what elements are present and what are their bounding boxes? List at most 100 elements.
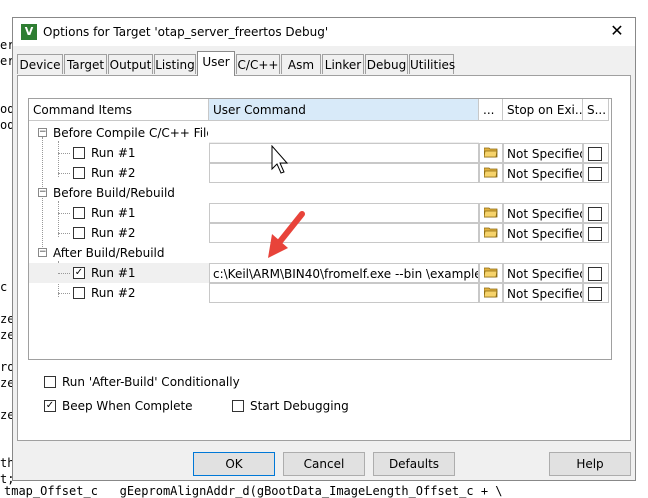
group-label: Before Compile C/C++ File [53,126,208,140]
run-label: Run #1 [91,206,136,220]
s-checkbox[interactable] [588,227,602,241]
s-checkbox[interactable] [588,287,602,301]
run-checkbox-checked[interactable]: ✓ [73,267,85,279]
user-commands-grid: Command Items User Command ... Stop on E… [28,98,612,360]
run-label: Run #1 [91,266,136,280]
run-row: Run #1 Not Specified [29,143,611,163]
browse-button[interactable] [479,203,503,223]
s-column-cell [583,263,609,283]
s-column-cell [583,143,609,163]
run-checkbox[interactable] [73,227,85,239]
tab-output[interactable]: Output [108,54,153,74]
user-command-input[interactable] [209,283,479,303]
ok-button[interactable]: OK [193,452,275,476]
options-dialog: V Options for Target 'otap_server_freert… [12,17,636,481]
user-tab-panel: Command Items User Command ... Stop on E… [17,75,631,441]
tree-line [58,273,70,274]
window-title: Options for Target 'otap_server_freertos… [43,25,329,39]
header-s[interactable]: S... [583,99,609,121]
user-command-input[interactable] [209,143,479,163]
group-label: After Build/Rebuild [53,246,165,260]
header-user-command[interactable]: User Command [209,99,479,121]
browse-button[interactable] [479,163,503,183]
tree-line [58,153,70,154]
group-row-after-build: − After Build/Rebuild [29,243,611,263]
beep-checkbox-checked[interactable]: ✓ [44,400,56,412]
tab-linker[interactable]: Linker [322,54,364,74]
stop-on-exit-value[interactable]: Not Specified [503,163,583,183]
tab-asm[interactable]: Asm [281,54,321,74]
folder-open-icon [484,207,498,218]
tab-utilities[interactable]: Utilities [409,54,455,74]
keil-app-icon: V [21,24,37,40]
user-command-input[interactable] [209,223,479,243]
mouse-cursor-icon [271,145,289,174]
run-row: Run #2 Not Specified [29,223,611,243]
defaults-button[interactable]: Defaults [373,452,455,476]
start-debugging-checkbox[interactable] [232,400,244,412]
user-command-input[interactable] [209,163,479,183]
tree-line [58,233,70,234]
run-checkbox[interactable] [73,207,85,219]
beep-label: Beep When Complete [62,399,193,413]
stop-on-exit-value[interactable]: Not Specified [503,223,583,243]
run-row-values: c:\Keil\ARM\BIN40\fromelf.exe --bin \exa… [209,263,611,283]
tab-target[interactable]: Target [64,54,107,74]
user-command-input[interactable]: c:\Keil\ARM\BIN40\fromelf.exe --bin \exa… [209,263,479,283]
stop-on-exit-value[interactable]: Not Specified [503,203,583,223]
s-column-cell [583,283,609,303]
browse-button[interactable] [479,143,503,163]
s-checkbox[interactable] [588,167,602,181]
run-label: Run #1 [91,146,136,160]
run-checkbox[interactable] [73,147,85,159]
browse-button[interactable] [479,263,503,283]
collapse-icon[interactable]: − [38,248,47,257]
tab-user[interactable]: User [197,51,235,76]
group-spacer [209,123,479,143]
code-fragment: c [0,280,8,294]
run-label: Run #2 [91,286,136,300]
help-button[interactable]: Help [549,452,631,476]
start-debugging-label: Start Debugging [250,399,349,413]
run-label: Run #2 [91,226,136,240]
cancel-button[interactable]: Cancel [283,452,365,476]
run-checkbox[interactable] [73,167,85,179]
browse-button[interactable] [479,283,503,303]
header-stop-on-exit[interactable]: Stop on Exi... [503,99,583,121]
header-command-items[interactable]: Command Items [29,99,209,121]
run-after-build-label: Run 'After-Build' Conditionally [62,375,240,389]
run-label: Run #2 [91,166,136,180]
stop-on-exit-value[interactable]: Not Specified [503,263,583,283]
run-row: Run #1 Not Specified [29,203,611,223]
s-column-cell [583,203,609,223]
collapse-icon[interactable]: − [38,188,47,197]
run-after-build-checkbox[interactable] [44,376,56,388]
run-checkbox[interactable] [73,287,85,299]
collapse-icon[interactable]: − [38,128,47,137]
run-row-selected: ✓ Run #1 [29,263,209,283]
red-arrow-icon [268,211,305,258]
close-button[interactable]: ✕ [605,20,629,42]
user-command-input[interactable] [209,203,479,223]
header-browse[interactable]: ... [479,99,503,121]
title-bar[interactable]: V Options for Target 'otap_server_freert… [13,18,635,46]
tab-c-cpp[interactable]: C/C++ [236,54,280,74]
s-checkbox[interactable] [588,147,602,161]
run-row: Run #2 Not Specified [29,163,611,183]
s-checkbox[interactable] [588,207,602,221]
stop-on-exit-value[interactable]: Not Specified [503,143,583,163]
folder-open-icon [484,287,498,298]
tab-listing[interactable]: Listing [154,54,196,74]
tab-device[interactable]: Device [17,54,63,74]
folder-open-icon [484,267,498,278]
stop-on-exit-value[interactable]: Not Specified [503,283,583,303]
folder-open-icon [484,147,498,158]
browse-button[interactable] [479,223,503,243]
run-row: Run #2 Not Specified [29,283,611,303]
tab-debug[interactable]: Debug [365,54,408,74]
s-checkbox[interactable] [588,267,602,281]
folder-open-icon [484,167,498,178]
group-label: Before Build/Rebuild [53,186,175,200]
s-column-cell [583,163,609,183]
tree-line [58,293,70,294]
